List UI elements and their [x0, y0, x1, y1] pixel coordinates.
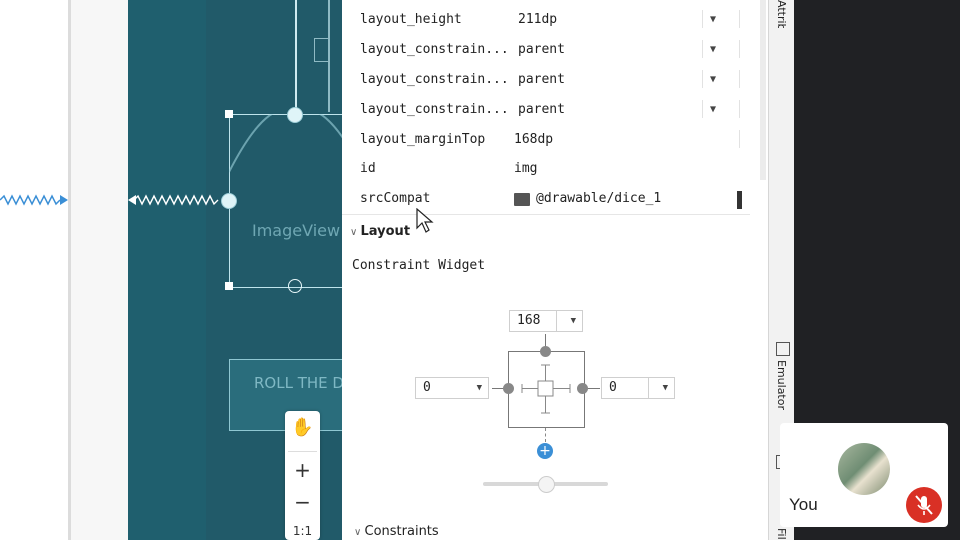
textview-ghost: [314, 38, 329, 62]
attributes-panel: layout_height 211dp ▼ layout_constrain..…: [342, 0, 768, 540]
attr-name: srcCompat: [360, 191, 431, 206]
dice-image-arc: [229, 114, 342, 173]
attr-separator: [739, 40, 740, 58]
editor-gutter: [0, 0, 70, 540]
top-margin-dropdown[interactable]: 168 ▼: [509, 310, 583, 332]
top-margin-value: 168: [517, 313, 541, 328]
attr-separator: [702, 70, 703, 88]
attr-row[interactable]: layout_constrain... parent ▼: [342, 34, 768, 64]
right-margin-value: 0: [609, 380, 617, 395]
dropdown-arrow-icon: ▼: [476, 383, 482, 393]
image-resource-icon: [514, 193, 530, 206]
constraint-widget-title: Constraint Widget: [352, 258, 486, 273]
bottom-anchor[interactable]: [288, 279, 302, 293]
zoom-out-button[interactable]: −: [285, 490, 320, 514]
add-constraint-icon[interactable]: +: [537, 443, 553, 459]
attr-separator: [739, 100, 740, 118]
dropdown-arrow-icon[interactable]: ▼: [710, 14, 716, 25]
attr-name: layout_constrain...: [360, 72, 509, 87]
actual-size-button[interactable]: 1:1: [285, 524, 320, 538]
files-side-tab[interactable]: Files: [775, 528, 788, 540]
attr-row[interactable]: layout_constrain... parent ▼: [342, 94, 768, 124]
attr-separator: [702, 40, 703, 58]
attr-name: layout_constrain...: [360, 42, 509, 57]
zoom-divider: [288, 451, 317, 452]
pan-hand-icon[interactable]: ✋: [285, 417, 320, 438]
dropdown-arrow-icon[interactable]: ▼: [710, 104, 716, 115]
attr-separator: [739, 130, 740, 148]
top-anchor[interactable]: [287, 107, 303, 123]
mic-off-icon: [915, 495, 933, 515]
resize-handle-bl[interactable]: [225, 282, 233, 290]
attr-name: layout_height: [360, 12, 462, 27]
chevron-down-icon: ∨: [354, 527, 365, 538]
attr-row[interactable]: layout_marginTop 168dp: [342, 124, 768, 154]
left-margin-squiggle: [128, 194, 219, 206]
dropdown-arrow-icon[interactable]: ▼: [710, 44, 716, 55]
attr-value[interactable]: parent: [518, 42, 565, 57]
left-constraint-squiggle: [0, 194, 68, 206]
left-margin-dropdown[interactable]: 0 ▼: [415, 377, 489, 399]
attr-row[interactable]: srcCompat @drawable/dice_1: [342, 183, 768, 213]
dropdown-arrow-icon[interactable]: ▼: [710, 74, 716, 85]
top-constraint-line: [295, 0, 297, 114]
emulator-side-tab[interactable]: Emulator: [775, 360, 788, 410]
attr-separator: [702, 100, 703, 118]
panel-scrollbar[interactable]: [760, 0, 766, 180]
zoom-toolbar: ✋ + − 1:1: [285, 411, 320, 540]
constraints-section-header[interactable]: ∨ Constraints: [354, 524, 439, 539]
attr-row[interactable]: layout_constrain... parent ▼: [342, 64, 768, 94]
attr-row[interactable]: id img: [342, 153, 768, 183]
dropdown-divider: [556, 311, 557, 331]
attr-separator: [739, 10, 740, 28]
section-divider: [342, 214, 750, 215]
dropdown-divider: [648, 378, 649, 398]
emulator-tab-icon: [776, 342, 790, 356]
left-margin-value: 0: [423, 380, 431, 395]
image-view-label: ImageView: [252, 221, 341, 240]
bias-slider-thumb[interactable]: [538, 476, 555, 493]
attr-name: id: [360, 161, 376, 176]
mic-muted-button[interactable]: [906, 487, 942, 523]
attr-row[interactable]: layout_height 211dp ▼: [342, 4, 768, 34]
bottom-constraint-dashed: [545, 428, 547, 442]
dropdown-arrow-icon: ▼: [662, 383, 668, 393]
attr-value[interactable]: @drawable/dice_1: [536, 191, 661, 206]
attr-value[interactable]: 168dp: [514, 132, 553, 147]
resize-handle-tl[interactable]: [225, 110, 233, 118]
attr-value[interactable]: 211dp: [518, 12, 557, 27]
user-avatar: [838, 443, 890, 495]
design-canvas-padding: [71, 0, 129, 540]
size-mode-glyph: [521, 364, 571, 414]
left-anchor[interactable]: [221, 193, 237, 209]
attr-value[interactable]: parent: [518, 102, 565, 117]
attr-separator: [739, 70, 740, 88]
mouse-cursor-icon: [416, 208, 434, 233]
attr-separator: [702, 10, 703, 28]
attr-value[interactable]: img: [514, 161, 537, 176]
right-margin-dropdown[interactable]: 0 ▼: [601, 377, 675, 399]
dropdown-arrow-icon: ▼: [570, 316, 576, 326]
attr-value[interactable]: parent: [518, 72, 565, 87]
resource-picker-handle[interactable]: [737, 191, 742, 209]
self-name-label: You: [789, 495, 818, 514]
attr-name: layout_marginTop: [360, 132, 486, 147]
constraints-section-title: Constraints: [364, 524, 439, 539]
attr-name: layout_constrain...: [360, 102, 509, 117]
roll-button-label: ROLL THE DICE: [254, 374, 342, 392]
attributes-side-tab[interactable]: Attributes: [775, 0, 788, 28]
layout-section-title: Layout: [360, 224, 411, 239]
layout-section-header[interactable]: ∨ Layout: [350, 224, 410, 239]
chevron-down-icon: ∨: [350, 227, 361, 238]
zoom-in-button[interactable]: +: [285, 458, 320, 482]
